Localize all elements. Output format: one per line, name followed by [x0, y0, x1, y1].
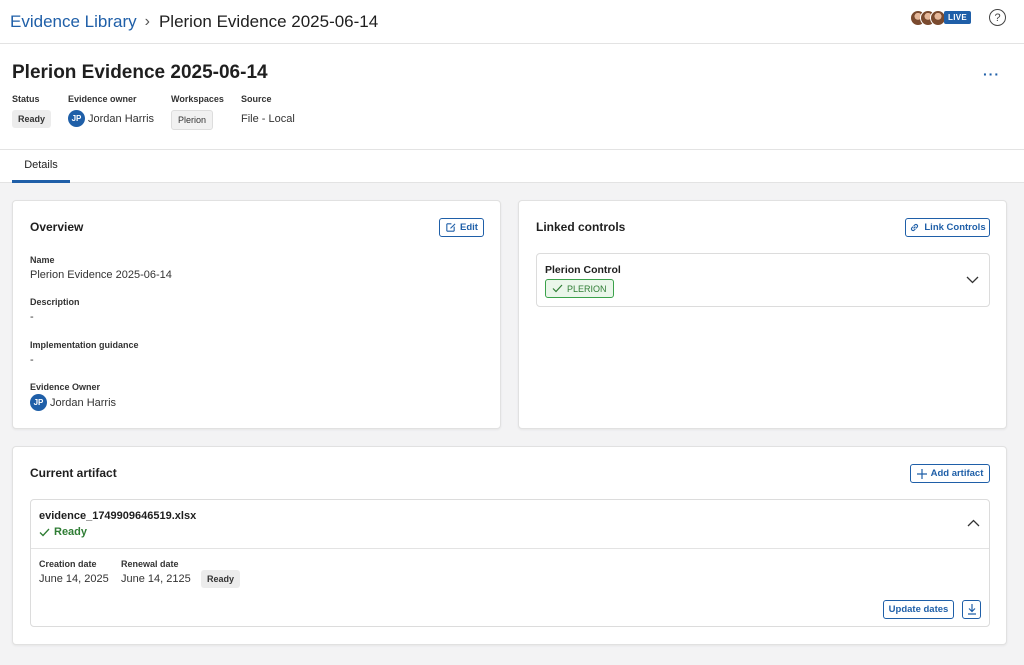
- control-workspace-label: PLERION: [567, 283, 607, 294]
- artifact-status: Ready: [39, 526, 87, 538]
- artifact-header[interactable]: evidence_1749909646519.xlsx Ready: [31, 500, 989, 549]
- artifact-status-label: Ready: [54, 526, 88, 538]
- name-label: Name: [30, 255, 55, 265]
- current-artifact-card: Current artifact Add artifact evidence_1…: [12, 446, 1007, 645]
- control-name: Plerion Control: [545, 264, 621, 276]
- update-dates-button[interactable]: Update dates: [883, 600, 954, 619]
- more-options-icon[interactable]: ···: [983, 66, 1000, 82]
- check-icon: [39, 528, 50, 536]
- download-button[interactable]: [962, 600, 981, 619]
- page-header: Plerion Evidence 2025-06-14 ··· Status R…: [0, 44, 1024, 150]
- tab-bar: Details: [0, 150, 1024, 183]
- link-controls-button[interactable]: Link Controls: [905, 218, 990, 237]
- owner-name: Jordan Harris: [88, 112, 155, 125]
- owner-avatar: JP: [30, 394, 47, 411]
- owner-meta: Evidence owner JP Jordan Harris: [68, 94, 154, 127]
- status-meta: Status Ready: [12, 94, 52, 128]
- owner-avatar: JP: [68, 110, 85, 127]
- workspaces-label: Workspaces: [171, 94, 224, 104]
- help-icon[interactable]: ?: [989, 9, 1006, 26]
- breadcrumb-current: Plerion Evidence 2025-06-14: [158, 11, 379, 31]
- artifact-file-name: evidence_1749909646519.xlsx: [39, 510, 197, 522]
- guidance-label: Implementation guidance: [30, 340, 139, 350]
- status-badge: Ready: [12, 110, 52, 128]
- edit-button-label: Edit: [460, 222, 478, 233]
- live-badge: LIVE: [944, 11, 971, 24]
- link-icon: [911, 223, 919, 232]
- creation-date-label: Creation date: [39, 559, 97, 569]
- evidence-owner-value: JP Jordan Harris: [30, 394, 116, 411]
- top-bar: Evidence Library › Plerion Evidence 2025…: [0, 0, 1024, 44]
- breadcrumb-separator: ›: [144, 12, 150, 30]
- renewal-date-value: June 14, 2125: [121, 573, 191, 585]
- evidence-owner-label: Evidence Owner: [30, 382, 101, 392]
- download-icon: [967, 604, 976, 615]
- source-label: Source: [241, 94, 272, 104]
- artifact-item: evidence_1749909646519.xlsx Ready Creati…: [30, 499, 990, 627]
- overview-card: Overview Edit Name Plerion Evidence 2025…: [12, 200, 501, 429]
- edit-icon: [446, 223, 456, 232]
- source-value: File - Local: [241, 113, 295, 125]
- creation-date-value: June 14, 2025: [39, 573, 109, 585]
- control-workspace-tag: PLERION: [545, 279, 614, 298]
- add-artifact-label: Add artifact: [930, 468, 984, 479]
- name-value: Plerion Evidence 2025-06-14: [30, 269, 172, 281]
- plus-icon: [916, 468, 927, 479]
- edit-button[interactable]: Edit: [439, 218, 484, 237]
- chevron-down-icon[interactable]: [966, 276, 979, 284]
- workspaces-meta: Workspaces Plerion: [171, 94, 224, 130]
- renewal-status-badge: Ready: [201, 570, 241, 588]
- page-title: Plerion Evidence 2025-06-14: [12, 62, 268, 83]
- top-right-controls: LIVE ?: [910, 9, 1006, 26]
- breadcrumb-evidence-library-link[interactable]: Evidence Library: [10, 12, 137, 32]
- link-controls-label: Link Controls: [924, 222, 986, 233]
- check-icon: [552, 284, 563, 293]
- chevron-up-icon[interactable]: [967, 519, 980, 527]
- overview-title: Overview: [30, 220, 84, 234]
- description-value: -: [30, 311, 34, 323]
- live-collaborators[interactable]: LIVE: [910, 9, 971, 26]
- linked-control-item[interactable]: Plerion Control PLERION: [536, 253, 990, 307]
- linked-controls-card: Linked controls Link Controls Plerion Co…: [518, 200, 1007, 429]
- renewal-date-label: Renewal date: [121, 559, 179, 569]
- owner-label: Evidence owner: [68, 94, 137, 104]
- workspace-tag: Plerion: [171, 110, 214, 130]
- owner-name: Jordan Harris: [50, 396, 117, 409]
- status-label: Status: [12, 94, 40, 104]
- add-artifact-button[interactable]: Add artifact: [910, 464, 990, 483]
- source-meta: Source File - Local: [241, 94, 295, 125]
- description-label: Description: [30, 297, 80, 307]
- current-artifact-title: Current artifact: [30, 466, 117, 480]
- guidance-value: -: [30, 354, 34, 366]
- linked-controls-title: Linked controls: [536, 220, 626, 234]
- tab-details[interactable]: Details: [12, 150, 70, 183]
